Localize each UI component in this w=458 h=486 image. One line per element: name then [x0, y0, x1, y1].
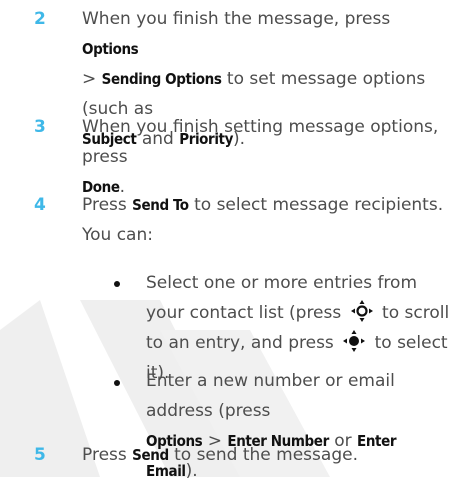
- send-key-label: Send: [132, 446, 169, 464]
- step-number: 3: [34, 117, 46, 137]
- nav-key-scroll-icon: [350, 300, 373, 322]
- step-text: Press Send To to select message recipien…: [82, 195, 444, 245]
- step-text: Press Send to send the message.: [82, 445, 358, 465]
- step-number: 2: [34, 9, 46, 29]
- step-number: 4: [34, 195, 46, 215]
- bullet-dot: [114, 380, 120, 386]
- sending-options-key-label: Sending Options: [101, 70, 222, 88]
- bullet-dot: [114, 281, 120, 287]
- step-text: When you finish setting message options,…: [82, 117, 439, 197]
- step-number: 5: [34, 445, 46, 465]
- options-key-label: Options: [82, 40, 139, 58]
- nav-key-center-select-icon: [343, 330, 366, 352]
- send-to-key-label: Send To: [132, 196, 189, 214]
